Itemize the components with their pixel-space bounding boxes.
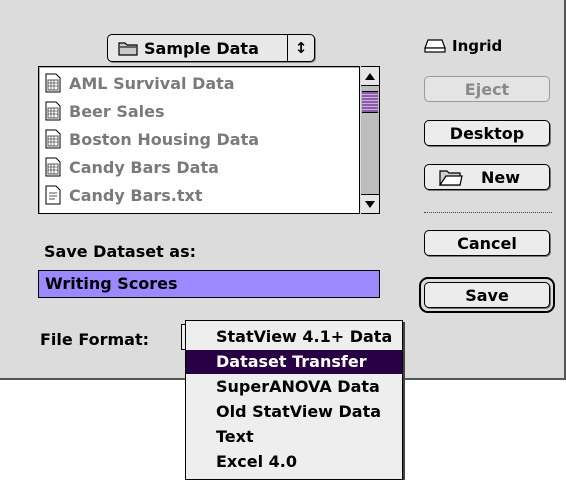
- file-list-item[interactable]: Boston Housing Data: [45, 125, 259, 153]
- file-list-item[interactable]: Candy Bars Data: [45, 153, 219, 181]
- file-list-item[interactable]: AML Survival Data: [45, 69, 235, 97]
- dataset-file-icon: [45, 101, 61, 121]
- file-name: Beer Sales: [69, 101, 165, 121]
- scroll-thumb[interactable]: [362, 91, 378, 113]
- scroll-up-arrow-icon[interactable]: [361, 67, 379, 86]
- disk-name: Ingrid: [452, 37, 503, 55]
- menu-item-old-statview[interactable]: Old StatView Data: [186, 400, 402, 424]
- file-list-item[interactable]: Beer Sales: [45, 97, 165, 125]
- file-name: AML Survival Data: [69, 73, 235, 93]
- save-as-label: Save Dataset as:: [44, 242, 197, 261]
- eject-button[interactable]: Eject: [424, 76, 550, 102]
- dataset-file-icon: [45, 129, 61, 149]
- hard-disk-icon: [424, 39, 446, 53]
- new-folder-icon: [439, 170, 463, 186]
- button-separator: [424, 212, 552, 213]
- menu-item-statview-41[interactable]: StatView 4.1+ Data: [186, 325, 402, 349]
- file-format-menu[interactable]: StatView 4.1+ Data Dataset Transfer Supe…: [185, 320, 403, 480]
- file-name: Boston Housing Data: [69, 129, 260, 149]
- scroll-down-arrow-icon[interactable]: [361, 194, 379, 213]
- file-name: Candy Bars.txt: [69, 185, 203, 205]
- dataset-name-field[interactable]: Writing Scores: [38, 270, 380, 298]
- menu-item-text[interactable]: Text: [186, 425, 402, 449]
- desktop-button[interactable]: Desktop: [424, 120, 550, 146]
- dataset-file-icon: [45, 157, 61, 177]
- menu-item-superanova[interactable]: SuperANOVA Data: [186, 375, 402, 399]
- dataset-file-icon: [45, 73, 61, 93]
- file-list-item[interactable]: Candy Bars.txt: [45, 181, 202, 209]
- text-file-icon: [45, 185, 61, 205]
- file-list[interactable]: AML Survival Data Beer Sales Boston Hous…: [38, 66, 360, 214]
- folder-popup[interactable]: Sample Data ↕: [107, 34, 315, 62]
- folder-popup-label: Sample Data: [144, 38, 259, 58]
- save-button[interactable]: Save: [424, 282, 550, 308]
- menu-item-dataset-transfer[interactable]: Dataset Transfer: [186, 350, 402, 374]
- disk-label: Ingrid: [424, 37, 502, 55]
- menu-item-excel-40[interactable]: Excel 4.0: [186, 450, 402, 474]
- file-name: Candy Bars Data: [69, 157, 219, 177]
- new-folder-button[interactable]: New: [424, 164, 550, 190]
- file-format-label: File Format:: [40, 330, 149, 349]
- updown-arrows-icon: ↕: [287, 35, 314, 61]
- folder-icon: [118, 42, 138, 56]
- file-list-scrollbar[interactable]: [361, 66, 380, 214]
- cancel-button[interactable]: Cancel: [424, 230, 550, 256]
- new-folder-label: New: [481, 167, 521, 187]
